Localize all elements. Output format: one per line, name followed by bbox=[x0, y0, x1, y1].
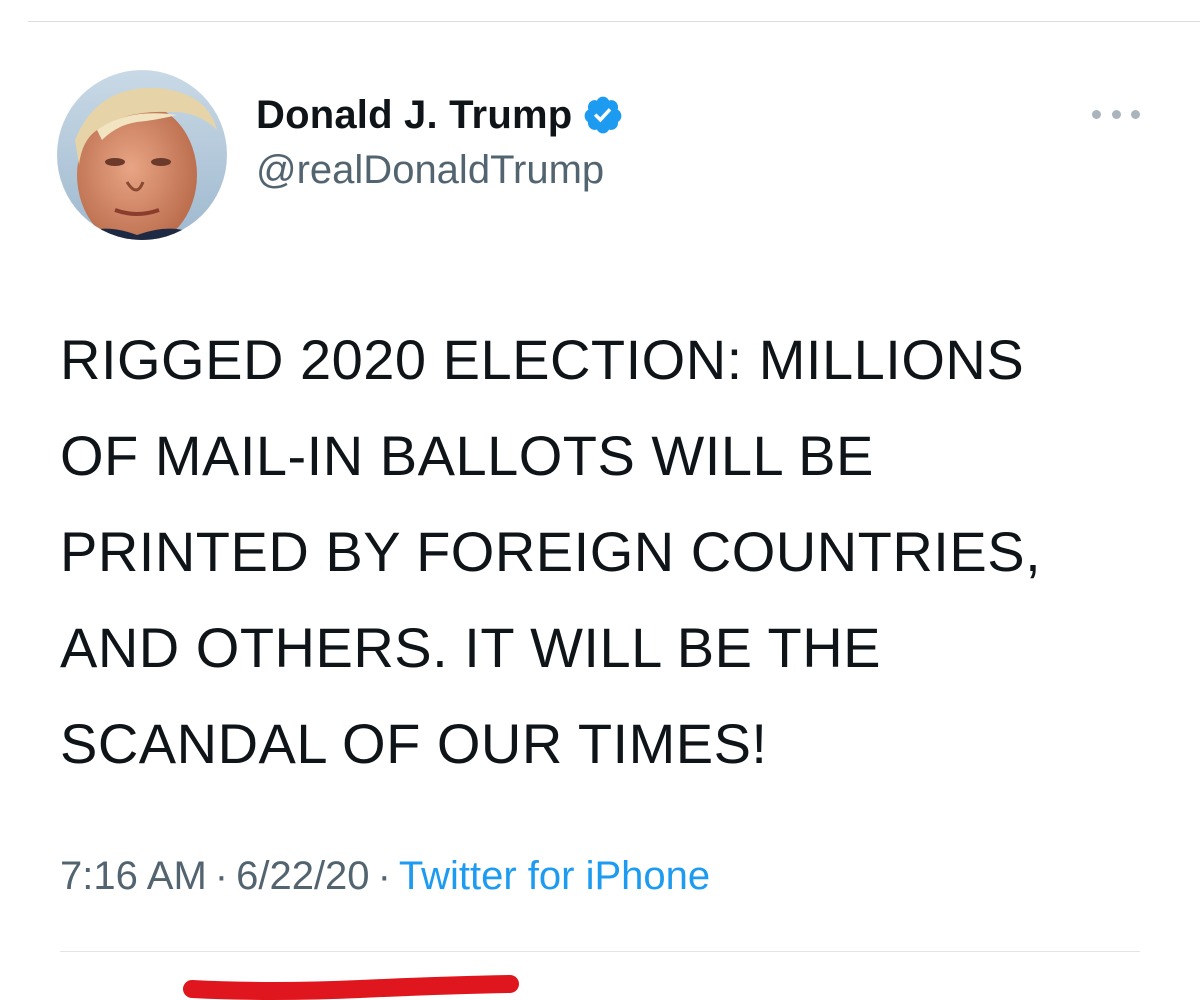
tweet-date[interactable]: 6/22/20 bbox=[236, 854, 369, 898]
tweet-text-line: PRINTED BY FOREIGN COUNTRIES, bbox=[60, 520, 1042, 583]
tweet-meta: 7:16 AM · 6/22/20 · Twitter for iPhone bbox=[60, 854, 710, 899]
profile-avatar[interactable] bbox=[57, 70, 227, 240]
avatar-image bbox=[57, 70, 227, 240]
meta-separator: · bbox=[377, 854, 391, 898]
bottom-divider bbox=[60, 951, 1140, 952]
more-dot bbox=[1111, 109, 1121, 119]
verified-badge-icon bbox=[582, 94, 624, 136]
tweet-time[interactable]: 7:16 AM bbox=[60, 854, 207, 898]
tweet-text-line: AND OTHERS. IT WILL BE THE bbox=[60, 616, 882, 679]
page: Donald J. Trump @realDonaldTrump RIGGED … bbox=[0, 0, 1200, 1000]
tweet-text-line: RIGGED 2020 ELECTION: MILLIONS bbox=[60, 328, 1025, 391]
tweet-text: RIGGED 2020 ELECTION: MILLIONS OF MAIL-I… bbox=[60, 312, 1170, 792]
more-dot bbox=[1131, 109, 1140, 119]
tweet-text-line: SCANDAL OF OUR TIMES! bbox=[60, 712, 768, 775]
author-handle[interactable]: @realDonaldTrump bbox=[256, 148, 604, 193]
more-options-icon[interactable] bbox=[1092, 102, 1140, 126]
red-underline-annotation bbox=[180, 967, 530, 1000]
author-display-name[interactable]: Donald J. Trump bbox=[256, 93, 572, 138]
tweet-card[interactable]: Donald J. Trump @realDonaldTrump RIGGED … bbox=[0, 22, 1200, 1000]
more-dot bbox=[1092, 109, 1101, 119]
tweet-text-line: OF MAIL-IN BALLOTS WILL BE bbox=[60, 424, 874, 487]
meta-separator: · bbox=[214, 854, 229, 898]
author-name-row[interactable]: Donald J. Trump bbox=[256, 89, 624, 141]
tweet-source-link[interactable]: Twitter for iPhone bbox=[399, 854, 710, 898]
